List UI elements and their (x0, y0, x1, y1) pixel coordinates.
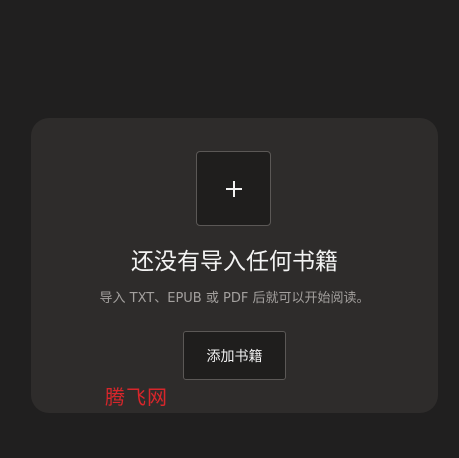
add-book-button[interactable]: 添加书籍 (183, 331, 286, 380)
empty-state-card: 还没有导入任何书籍 导入 TXT、EPUB 或 PDF 后就可以开始阅读。 添加… (31, 118, 438, 413)
empty-state-title: 还没有导入任何书籍 (131, 249, 338, 275)
empty-state-subtitle: 导入 TXT、EPUB 或 PDF 后就可以开始阅读。 (99, 291, 370, 306)
page: 还没有导入任何书籍 导入 TXT、EPUB 或 PDF 后就可以开始阅读。 添加… (0, 0, 459, 458)
watermark: 腾飞网 (105, 385, 168, 409)
add-book-tile[interactable] (196, 151, 271, 226)
plus-icon (225, 180, 242, 197)
